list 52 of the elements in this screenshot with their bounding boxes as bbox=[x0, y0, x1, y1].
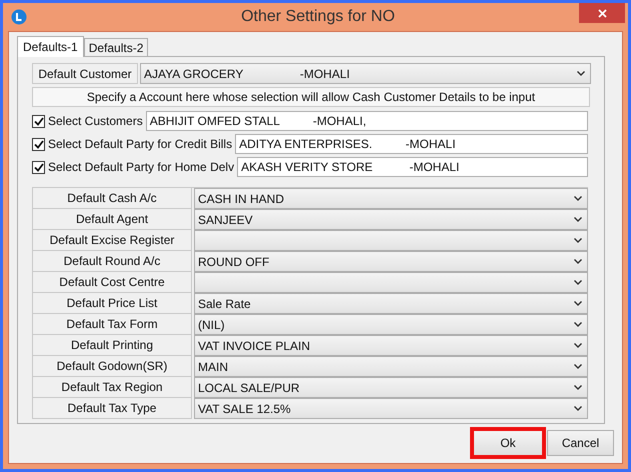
field-label: Default Tax Region bbox=[32, 377, 192, 398]
field-label: Default Customer bbox=[32, 63, 138, 84]
text-field[interactable]: ABHIJIT OMFED STALL -MOHALI, bbox=[146, 111, 588, 131]
chevron-down-icon bbox=[574, 301, 582, 306]
dropdown[interactable]: ROUND OFF bbox=[194, 251, 588, 272]
dropdown[interactable]: VAT INVOICE PLAIN bbox=[194, 335, 588, 356]
chevron-down-icon bbox=[574, 217, 582, 222]
dialog-button[interactable]: Ok bbox=[473, 430, 543, 456]
dropdown[interactable]: SANJEEV bbox=[194, 209, 588, 230]
field-label: Default Tax Form bbox=[32, 314, 192, 335]
checkbox[interactable] bbox=[32, 138, 45, 150]
field-label: Default Price List bbox=[32, 293, 192, 314]
field-label: Default Agent bbox=[32, 209, 192, 230]
chevron-down-icon bbox=[574, 196, 582, 201]
dialog-button[interactable]: Cancel bbox=[547, 430, 614, 456]
chevron-down-icon bbox=[574, 259, 582, 264]
chevron-down-icon bbox=[574, 385, 582, 390]
app-logo-icon bbox=[11, 9, 27, 25]
chevron-down-icon bbox=[574, 406, 582, 411]
dropdown[interactable]: MAIN bbox=[194, 356, 588, 377]
chevron-down-icon bbox=[574, 322, 582, 327]
window-title: Other Settings for NO bbox=[240, 8, 396, 26]
field-label: Default Printing bbox=[32, 335, 192, 356]
checkbox-label: Select Customers bbox=[48, 114, 143, 128]
checkbox[interactable] bbox=[32, 160, 45, 174]
text-field[interactable]: AKASH VERITY STORE -MOHALI bbox=[237, 157, 588, 177]
dropdown[interactable]: AJAYA GROCERY -MOHALI bbox=[140, 63, 591, 84]
dropdown[interactable]: (NIL) bbox=[194, 314, 588, 335]
tab[interactable]: Defaults-2 bbox=[84, 38, 148, 56]
chevron-down-icon bbox=[574, 343, 582, 348]
checkbox[interactable] bbox=[32, 114, 45, 128]
dropdown[interactable]: LOCAL SALE/PUR bbox=[194, 377, 588, 398]
text-field[interactable]: ADITYA ENTERPRISES. -MOHALI bbox=[235, 134, 588, 154]
close-icon bbox=[598, 8, 606, 18]
checkbox-label: Select Default Party for Credit Bills bbox=[48, 137, 232, 151]
chevron-down-icon bbox=[574, 280, 582, 285]
field-label: Default Tax Type bbox=[32, 398, 192, 419]
field-label: Default Godown(SR) bbox=[32, 356, 192, 377]
chevron-down-icon bbox=[574, 238, 582, 243]
dropdown[interactable]: Sale Rate bbox=[194, 293, 588, 314]
chevron-down-icon bbox=[574, 364, 582, 369]
checkbox-label: Select Default Party for Home Delv bbox=[48, 160, 234, 174]
tab[interactable]: Defaults-1 bbox=[17, 36, 84, 57]
field-label: Default Cash A/c bbox=[32, 188, 192, 209]
info-text: Specify a Account here whose selection will allow Cash Customer Details to be input bbox=[32, 87, 590, 107]
dropdown[interactable]: VAT SALE 12.5% bbox=[194, 398, 588, 419]
field-label: Default Round A/c bbox=[32, 251, 192, 272]
chevron-down-icon bbox=[577, 71, 585, 76]
dropdown[interactable]: CASH IN HAND bbox=[194, 188, 588, 209]
close-button[interactable] bbox=[579, 3, 625, 23]
field-label: Default Cost Centre bbox=[32, 272, 192, 293]
field-label: Default Excise Register bbox=[32, 230, 192, 251]
